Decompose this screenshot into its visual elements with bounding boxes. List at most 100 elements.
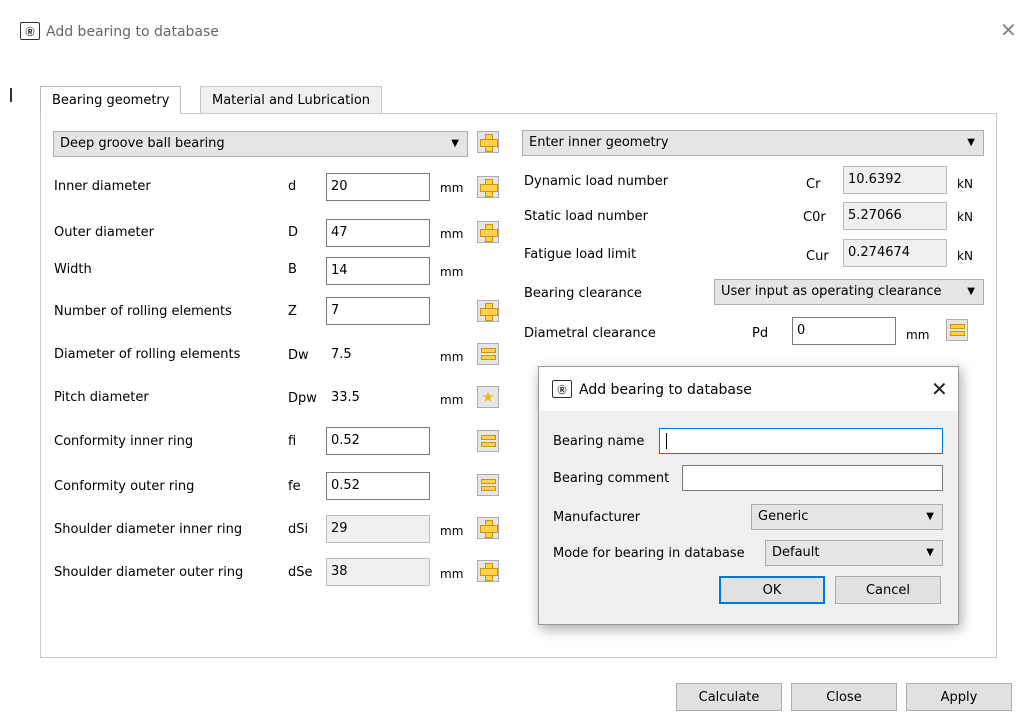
inner-diameter-label: Inner diameter [54, 179, 151, 194]
shoulder-inner-label: Shoulder diameter inner ring [54, 522, 243, 537]
width-symbol: B [288, 262, 297, 277]
rolling-elements-count-symbol: Z [288, 304, 297, 319]
shoulder-outer-unit: mm [440, 567, 464, 581]
dynamic-load-label: Dynamic load number [524, 174, 669, 189]
bearing-clearance-select[interactable]: User input as operating clearance ▼ [714, 279, 984, 305]
rolling-element-diameter-label: Diameter of rolling elements [54, 347, 241, 362]
plus-icon [480, 224, 498, 242]
plus-icon [480, 134, 498, 152]
mode-value: Default [772, 545, 820, 560]
width-unit: mm [440, 265, 464, 279]
star-icon: ★ [481, 387, 495, 406]
shoulder-inner-unit: mm [440, 524, 464, 538]
pitch-diameter-star-button[interactable]: ★ [477, 386, 499, 408]
fatigue-load-unit: kN [957, 249, 973, 263]
conformity-outer-label: Conformity outer ring [54, 479, 195, 494]
dialog-title: Add bearing to database [579, 382, 752, 398]
chevron-down-icon: ▼ [967, 137, 975, 148]
rolling-element-diameter-field[interactable]: 7.5 [326, 341, 430, 369]
dynamic-load-unit: kN [957, 177, 973, 191]
bearing-app-icon: Ⓡ [20, 22, 40, 40]
pitch-diameter-field[interactable]: 33.5 [326, 384, 430, 412]
conformity-inner-field[interactable]: 0.52 [326, 427, 430, 455]
bearing-type-value: Deep groove ball bearing [60, 136, 225, 151]
chevron-down-icon: ▼ [926, 511, 934, 522]
cancel-button[interactable]: Cancel [835, 576, 941, 604]
chevron-down-icon: ▼ [967, 286, 975, 297]
static-load-label: Static load number [524, 209, 648, 224]
rolling-element-diameter-unit: mm [440, 350, 464, 364]
rolling-elements-count-label: Number of rolling elements [54, 304, 232, 319]
rolling-element-diameter-symbol: Dw [288, 348, 309, 363]
apply-button[interactable]: Apply [906, 683, 1012, 711]
inner-diameter-add-button[interactable] [477, 176, 499, 198]
manufacturer-value: Generic [758, 509, 809, 524]
mode-label: Mode for bearing in database [553, 546, 745, 561]
inner-diameter-symbol: d [288, 179, 297, 194]
tab-bearing-geometry[interactable]: Bearing geometry [40, 86, 182, 114]
conformity-outer-field[interactable]: 0.52 [326, 472, 430, 500]
shoulder-inner-field: 29 [326, 515, 430, 543]
static-load-unit: kN [957, 210, 973, 224]
equal-icon [480, 348, 496, 360]
shoulder-inner-add-button[interactable] [477, 517, 499, 539]
rolling-elements-count-field[interactable]: 7 [326, 297, 430, 325]
bearing-name-label: Bearing name [553, 434, 645, 449]
bearing-comment-input[interactable] [682, 465, 943, 491]
outer-diameter-field[interactable]: 47 [326, 219, 430, 247]
window-close-icon[interactable]: ✕ [1000, 18, 1017, 42]
equal-icon [949, 324, 965, 336]
fatigue-load-symbol: Cur [806, 249, 829, 264]
outer-diameter-unit: mm [440, 227, 464, 241]
rolling-element-diameter-calc-button[interactable] [477, 343, 499, 365]
conformity-inner-calc-button[interactable] [477, 430, 499, 452]
width-label: Width [54, 262, 92, 277]
bearing-comment-label: Bearing comment [553, 471, 670, 486]
bearing-type-add-button[interactable] [477, 131, 499, 153]
close-button[interactable]: Close [791, 683, 897, 711]
outer-diameter-add-button[interactable] [477, 221, 499, 243]
dynamic-load-symbol: Cr [806, 177, 821, 192]
rolling-elements-count-add-button[interactable] [477, 300, 499, 322]
shoulder-outer-add-button[interactable] [477, 560, 499, 582]
shoulder-outer-field: 38 [326, 558, 430, 586]
conformity-inner-label: Conformity inner ring [54, 434, 194, 449]
manufacturer-select[interactable]: Generic ▼ [751, 504, 943, 530]
geometry-mode-value: Enter inner geometry [529, 135, 669, 150]
ok-button[interactable]: OK [719, 576, 825, 604]
shoulder-outer-label: Shoulder diameter outer ring [54, 565, 244, 580]
diametral-clearance-calc-button[interactable] [946, 319, 968, 341]
equal-icon [480, 435, 496, 447]
add-bearing-dialog: Ⓡ Add bearing to database ✕ Bearing name… [538, 366, 959, 625]
diametral-clearance-field[interactable]: 0 [792, 317, 896, 345]
fatigue-load-label: Fatigue load limit [524, 247, 637, 262]
diametral-clearance-label: Diametral clearance [524, 326, 656, 341]
conformity-outer-calc-button[interactable] [477, 474, 499, 496]
static-load-field: 5.27066 [843, 202, 947, 230]
mode-select[interactable]: Default ▼ [765, 540, 943, 566]
inner-diameter-field[interactable]: 20 [326, 173, 430, 201]
plus-icon [480, 520, 498, 538]
bearing-name-input[interactable] [659, 428, 943, 454]
conformity-outer-symbol: fe [288, 479, 301, 494]
diametral-clearance-unit: mm [906, 328, 930, 342]
bearing-type-select[interactable]: Deep groove ball bearing ▼ [53, 131, 468, 157]
dialog-close-icon[interactable]: ✕ [931, 377, 948, 401]
outer-diameter-label: Outer diameter [54, 225, 154, 240]
plus-icon [480, 303, 498, 321]
window-title: Add bearing to database [46, 24, 219, 40]
equal-icon [480, 479, 496, 491]
window-edge-marker [10, 88, 12, 102]
plus-icon [480, 179, 498, 197]
chevron-down-icon: ▼ [451, 138, 459, 149]
pitch-diameter-unit: mm [440, 393, 464, 407]
width-field[interactable]: 14 [326, 257, 430, 285]
plus-icon [480, 563, 498, 581]
fatigue-load-field: 0.274674 [843, 239, 947, 267]
geometry-mode-select[interactable]: Enter inner geometry ▼ [522, 130, 984, 156]
manufacturer-label: Manufacturer [553, 510, 641, 525]
shoulder-inner-symbol: dSi [288, 522, 309, 537]
calculate-button[interactable]: Calculate [676, 683, 782, 711]
dynamic-load-field: 10.6392 [843, 166, 947, 194]
tab-material-lubrication[interactable]: Material and Lubrication [200, 86, 383, 113]
